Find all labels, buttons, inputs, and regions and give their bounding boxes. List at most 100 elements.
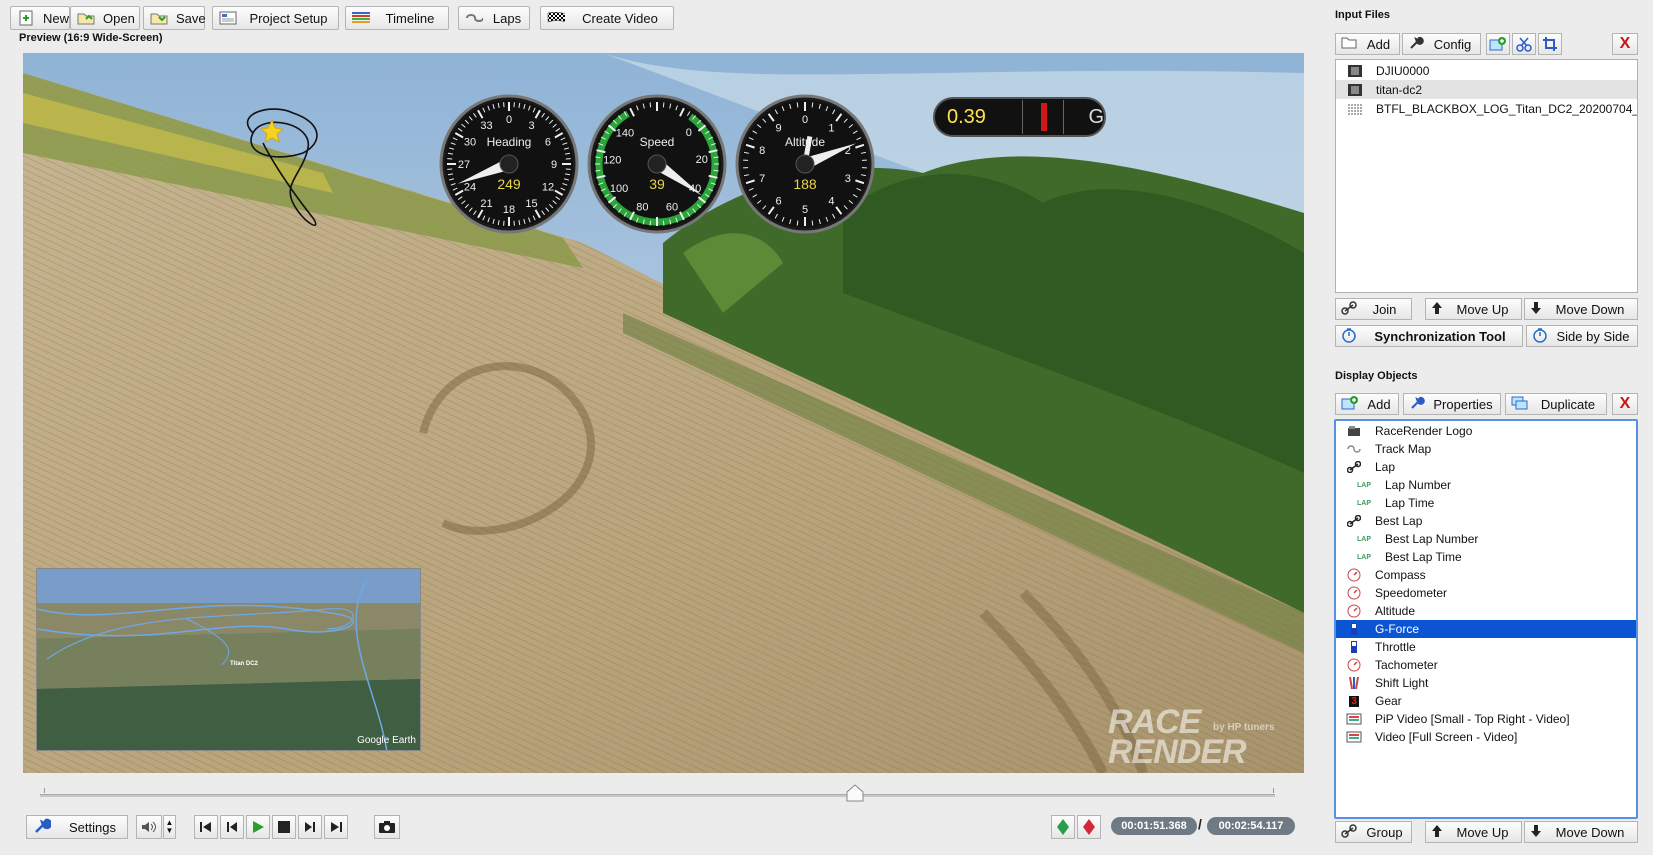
input-files-list[interactable]: DJIU0000 titan-dc2 BTFL_BLACKBOX_LOG_Tit…	[1335, 59, 1638, 293]
add-overlay-icon	[1341, 395, 1359, 414]
input-add-button[interactable]: Add	[1335, 33, 1400, 55]
altitude-gauge-label: Altitude	[784, 135, 826, 149]
skip-start-button[interactable]	[194, 815, 218, 839]
open-button[interactable]: Open	[70, 6, 140, 30]
speed-dial: 020406080100120140	[587, 94, 727, 234]
display-object-item[interactable]: Best Lap	[1336, 512, 1636, 530]
input-move-up-button[interactable]: Move Up	[1425, 298, 1522, 320]
display-object-item[interactable]: RaceRender Logo	[1336, 422, 1636, 440]
input-file-row[interactable]: BTFL_BLACKBOX_LOG_Titan_DC2_20200704_	[1336, 99, 1637, 118]
new-button[interactable]: New	[10, 6, 70, 30]
side-by-side-button[interactable]: Side by Side	[1526, 325, 1638, 347]
g-force-value: 0.39	[947, 105, 986, 128]
bar-icon	[1346, 622, 1362, 636]
heading-gauge-label: Heading	[486, 135, 532, 149]
input-file-row[interactable]: titan-dc2	[1336, 80, 1637, 99]
display-object-item[interactable]: Altitude	[1336, 602, 1636, 620]
display-object-item[interactable]: Lap	[1336, 458, 1636, 476]
display-object-item[interactable]: G-Force	[1336, 620, 1636, 638]
display-object-item[interactable]: 3 Gear	[1336, 692, 1636, 710]
dial-tick-label: 15	[525, 198, 537, 210]
display-object-label: Altitude	[1375, 604, 1416, 618]
close-icon: X	[1619, 35, 1631, 52]
step-forward-icon	[305, 822, 315, 832]
step-forward-button[interactable]	[298, 815, 322, 839]
laps-button[interactable]: Laps	[458, 6, 530, 30]
duplicate-button[interactable]: Duplicate	[1505, 393, 1607, 415]
chevron-down-icon: ▼	[165, 826, 174, 835]
remove-input-button[interactable]: X	[1612, 33, 1638, 55]
display-object-item[interactable]: LAP Best Lap Time	[1336, 548, 1636, 566]
input-file-row[interactable]: DJIU0000	[1336, 61, 1637, 80]
display-object-item[interactable]: Video [Full Screen - Video]	[1336, 728, 1636, 746]
stop-button[interactable]	[272, 815, 296, 839]
timeline-slider-thumb[interactable]	[845, 784, 865, 802]
display-object-label: Tachometer	[1375, 658, 1438, 672]
display-object-item[interactable]: LAP Lap Number	[1336, 476, 1636, 494]
volume-stepper[interactable]: ▲ ▼	[163, 815, 176, 839]
display-object-item[interactable]: Tachometer	[1336, 656, 1636, 674]
display-add-button[interactable]: Add	[1335, 393, 1399, 415]
dial-tick-label: 3	[528, 120, 534, 132]
crop-button[interactable]	[1538, 33, 1562, 55]
display-object-item[interactable]: Throttle	[1336, 638, 1636, 656]
display-object-item[interactable]: Shift Light	[1336, 674, 1636, 692]
step-back-button[interactable]	[220, 815, 244, 839]
remove-display-object-button[interactable]: X	[1612, 393, 1638, 415]
snapshot-button[interactable]	[374, 815, 400, 839]
timeline-slider-track[interactable]	[40, 794, 1275, 797]
timeline-button[interactable]: Timeline	[345, 6, 449, 30]
altitude-dial: 0123456789	[735, 94, 875, 234]
group-button[interactable]: Group	[1335, 821, 1412, 843]
create-video-button[interactable]: Create Video	[540, 6, 674, 30]
settings-button[interactable]: Settings	[26, 815, 128, 839]
save-button[interactable]: Save	[143, 6, 206, 30]
arrow-up-icon	[1431, 301, 1443, 318]
display-objects-list[interactable]: RaceRender Logo Track Map Lap LAP Lap Number…	[1334, 419, 1638, 819]
input-move-down-button[interactable]: Move Down	[1524, 298, 1638, 320]
red-marker-icon	[1083, 819, 1095, 835]
project-setup-button[interactable]: Project Setup	[212, 6, 339, 30]
display-object-label: RaceRender Logo	[1375, 424, 1473, 438]
play-button[interactable]	[246, 815, 270, 839]
display-object-label: Lap	[1375, 460, 1396, 474]
properties-button[interactable]: Properties	[1403, 393, 1501, 415]
display-object-label: Lap Number	[1385, 478, 1452, 492]
add-overlay-button[interactable]	[1486, 33, 1510, 55]
display-object-item[interactable]: LAP Best Lap Number	[1336, 530, 1636, 548]
new-icon	[17, 10, 35, 26]
synchronization-tool-button[interactable]: Synchronization Tool	[1335, 325, 1523, 347]
mark-start-button[interactable]	[1051, 815, 1075, 839]
dial-icon	[1346, 568, 1362, 582]
display-object-item[interactable]: Compass	[1336, 566, 1636, 584]
speed-gauge-label: Speed	[639, 135, 675, 149]
pip-marker-label: Titan DC2	[230, 661, 258, 667]
duplicate-icon	[1511, 396, 1529, 413]
g-force-bar	[1022, 100, 1065, 134]
video-file-icon	[1347, 83, 1363, 97]
volume-button[interactable]	[136, 815, 162, 839]
arrow-up-icon	[1431, 824, 1443, 841]
display-move-down-button[interactable]: Move Down	[1524, 821, 1638, 843]
video-preview[interactable]: 0 3 6 9 12 15 18 21 24 27 30 33 Heading 249 0 20 40 60…	[23, 53, 1304, 773]
cut-button[interactable]	[1512, 33, 1536, 55]
input-config-button[interactable]: Config	[1402, 33, 1481, 55]
display-object-item[interactable]: Track Map	[1336, 440, 1636, 458]
display-move-up-button[interactable]: Move Up	[1425, 821, 1522, 843]
display-object-item[interactable]: Speedometer	[1336, 584, 1636, 602]
lap-icon: LAP	[1357, 535, 1371, 543]
wrench-icon	[33, 818, 53, 837]
dial-tick-label: 60	[666, 201, 678, 213]
crop-icon	[1543, 37, 1557, 51]
display-object-item[interactable]: LAP Lap Time	[1336, 494, 1636, 512]
join-button[interactable]: Join	[1335, 298, 1412, 320]
time-separator: /	[1198, 816, 1202, 832]
display-object-item[interactable]: PiP Video [Small - Top Right - Video]	[1336, 710, 1636, 728]
display-object-label: Compass	[1375, 568, 1426, 582]
checkered-flag-icon	[547, 10, 565, 26]
dial-tick-label: 21	[480, 198, 492, 210]
skip-end-button[interactable]	[324, 815, 348, 839]
g-force-unit: G	[1088, 105, 1104, 128]
dial-tick-label: 20	[696, 154, 708, 166]
mark-end-button[interactable]	[1077, 815, 1101, 839]
